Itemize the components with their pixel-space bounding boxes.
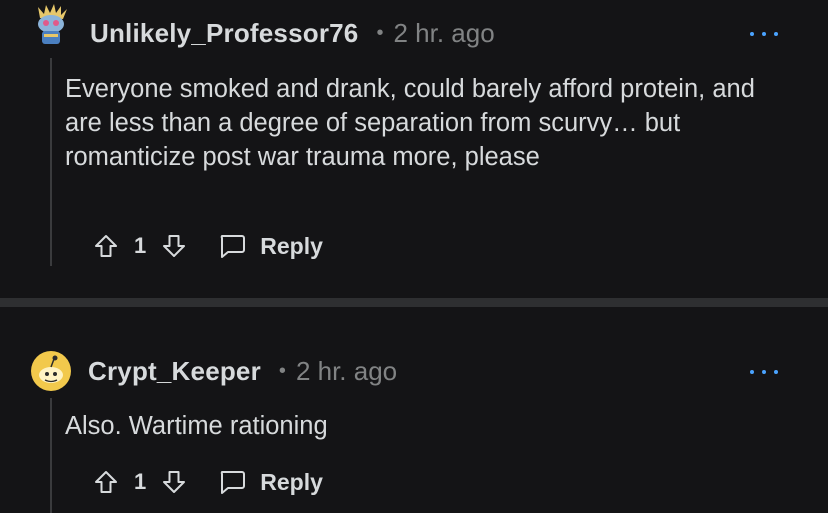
reply-icon (220, 471, 246, 494)
vote-score: 1 (134, 469, 147, 494)
downvote-icon[interactable] (160, 468, 188, 496)
comment-body: Also. Wartime rationing (65, 412, 328, 440)
more-options-icon[interactable] (750, 366, 778, 378)
reply-label: Reply (260, 468, 323, 495)
comment-actions: 1 Reply (92, 466, 323, 498)
comment: Crypt_Keeper • 2 hr. ago Also. Wartime r… (0, 0, 828, 513)
thread-line[interactable] (50, 398, 52, 513)
avatar[interactable] (30, 350, 72, 392)
default-snoo-icon (31, 351, 71, 391)
username[interactable]: Crypt_Keeper (88, 356, 261, 387)
comment-header: Crypt_Keeper • 2 hr. ago (88, 351, 397, 391)
timestamp: 2 hr. ago (295, 355, 398, 386)
upvote-icon[interactable] (92, 468, 120, 496)
separator-dot: • (278, 359, 286, 382)
reply-button[interactable]: Reply (218, 469, 323, 496)
